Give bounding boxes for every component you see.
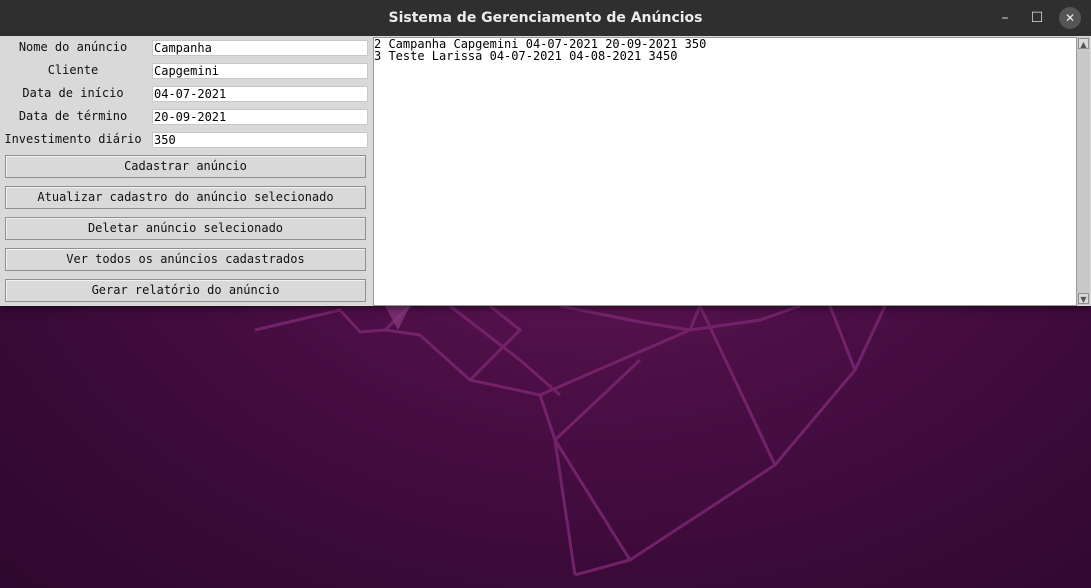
view-all-ads-button[interactable]: Ver todos os anúncios cadastrados (5, 248, 366, 271)
label-ad-name: Nome do anúncio (18, 40, 128, 54)
vertical-scrollbar[interactable]: ▲ ▼ (1076, 37, 1090, 305)
scroll-up-arrow-icon[interactable]: ▲ (1078, 38, 1089, 49)
update-ad-button[interactable]: Atualizar cadastro do anúncio selecionad… (5, 186, 366, 209)
ads-listbox[interactable]: 2 Campanha Capgemini 04-07-2021 20-09-20… (373, 37, 1077, 306)
minimize-icon[interactable]: – (994, 7, 1016, 29)
ad-name-input[interactable]: Campanha (152, 40, 368, 56)
label-daily-investment: Investimento diário (4, 132, 142, 146)
client-input[interactable]: Capgemini (152, 63, 368, 79)
title-bar: Sistema de Gerenciamento de Anúncios – ☐… (0, 0, 1091, 36)
label-client: Cliente (47, 63, 99, 77)
daily-investment-input[interactable]: 350 (152, 132, 368, 148)
label-start-date: Data de início (22, 86, 124, 100)
scroll-down-arrow-icon[interactable]: ▼ (1078, 293, 1089, 304)
ad-form: Nome do anúncio Cliente Data de início D… (0, 36, 372, 306)
register-ad-button[interactable]: Cadastrar anúncio (5, 155, 366, 178)
start-date-input[interactable]: 04-07-2021 (152, 86, 368, 102)
app-window: Sistema de Gerenciamento de Anúncios – ☐… (0, 0, 1091, 306)
list-item[interactable]: 3 Teste Larissa 04-07-2021 04-08-2021 34… (374, 50, 1076, 62)
label-end-date: Data de término (18, 109, 128, 123)
generate-report-button[interactable]: Gerar relatório do anúncio (5, 279, 366, 302)
end-date-input[interactable]: 20-09-2021 (152, 109, 368, 125)
window-title: Sistema de Gerenciamento de Anúncios (388, 10, 703, 26)
maximize-icon[interactable]: ☐ (1026, 7, 1048, 29)
close-icon[interactable]: ✕ (1059, 7, 1081, 29)
delete-ad-button[interactable]: Deletar anúncio selecionado (5, 217, 366, 240)
